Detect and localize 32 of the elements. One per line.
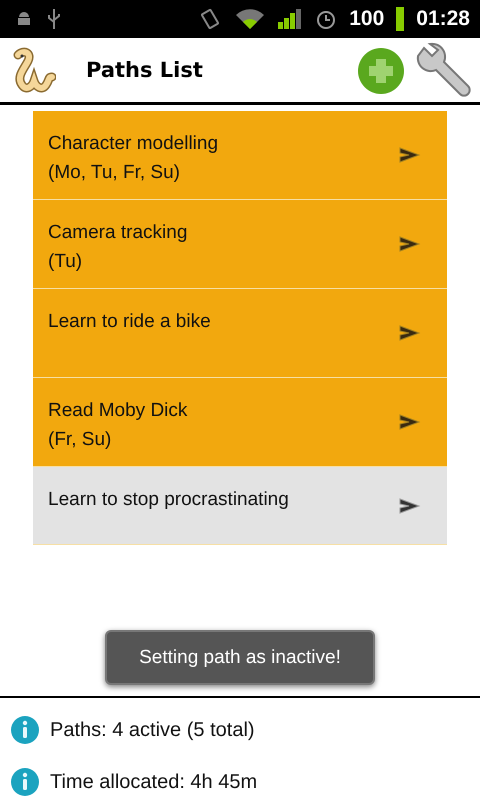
- path-days: (Tu): [48, 249, 188, 274]
- path-days: (Mo, Tu, Fr, Su): [48, 160, 218, 185]
- path-row[interactable]: Learn to ride a bike: [33, 289, 447, 378]
- path-days: (Fr, Su): [48, 427, 188, 452]
- path-name: Learn to stop procrastinating: [48, 488, 289, 512]
- battery-level: 100: [349, 7, 384, 31]
- toast-message: Setting path as inactive!: [105, 630, 375, 685]
- chevron-icon: [399, 145, 421, 165]
- chevron-icon: [399, 323, 421, 343]
- path-name: Camera tracking: [48, 221, 188, 245]
- path-name: Learn to ride a bike: [48, 310, 211, 334]
- info-icon: [10, 715, 40, 745]
- path-row[interactable]: Read Moby Dick (Fr, Su): [33, 378, 447, 467]
- summary-text: Paths: 4 active (5 total): [50, 718, 255, 742]
- info-icon: [10, 767, 40, 797]
- chevron-icon: [399, 496, 421, 516]
- usb-icon: [46, 8, 62, 30]
- wrench-icon[interactable]: [416, 42, 472, 98]
- add-button[interactable]: [356, 45, 406, 95]
- path-name: Character modelling: [48, 132, 218, 156]
- path-name: Read Moby Dick: [48, 399, 188, 423]
- screen-title: Paths List: [86, 58, 203, 82]
- chevron-icon: [399, 412, 421, 432]
- battery-icon: [396, 7, 404, 31]
- chevron-icon: [399, 234, 421, 254]
- path-row[interactable]: Character modelling (Mo, Tu, Fr, Su): [33, 111, 447, 200]
- signal-icon: [277, 8, 304, 30]
- clock-time: 01:28: [416, 7, 470, 31]
- wifi-icon: [235, 8, 266, 30]
- summary-text: Time allocated: 4h 45m: [50, 770, 258, 794]
- alarm-icon: [315, 8, 338, 30]
- path-row[interactable]: Camera tracking (Tu): [33, 200, 447, 289]
